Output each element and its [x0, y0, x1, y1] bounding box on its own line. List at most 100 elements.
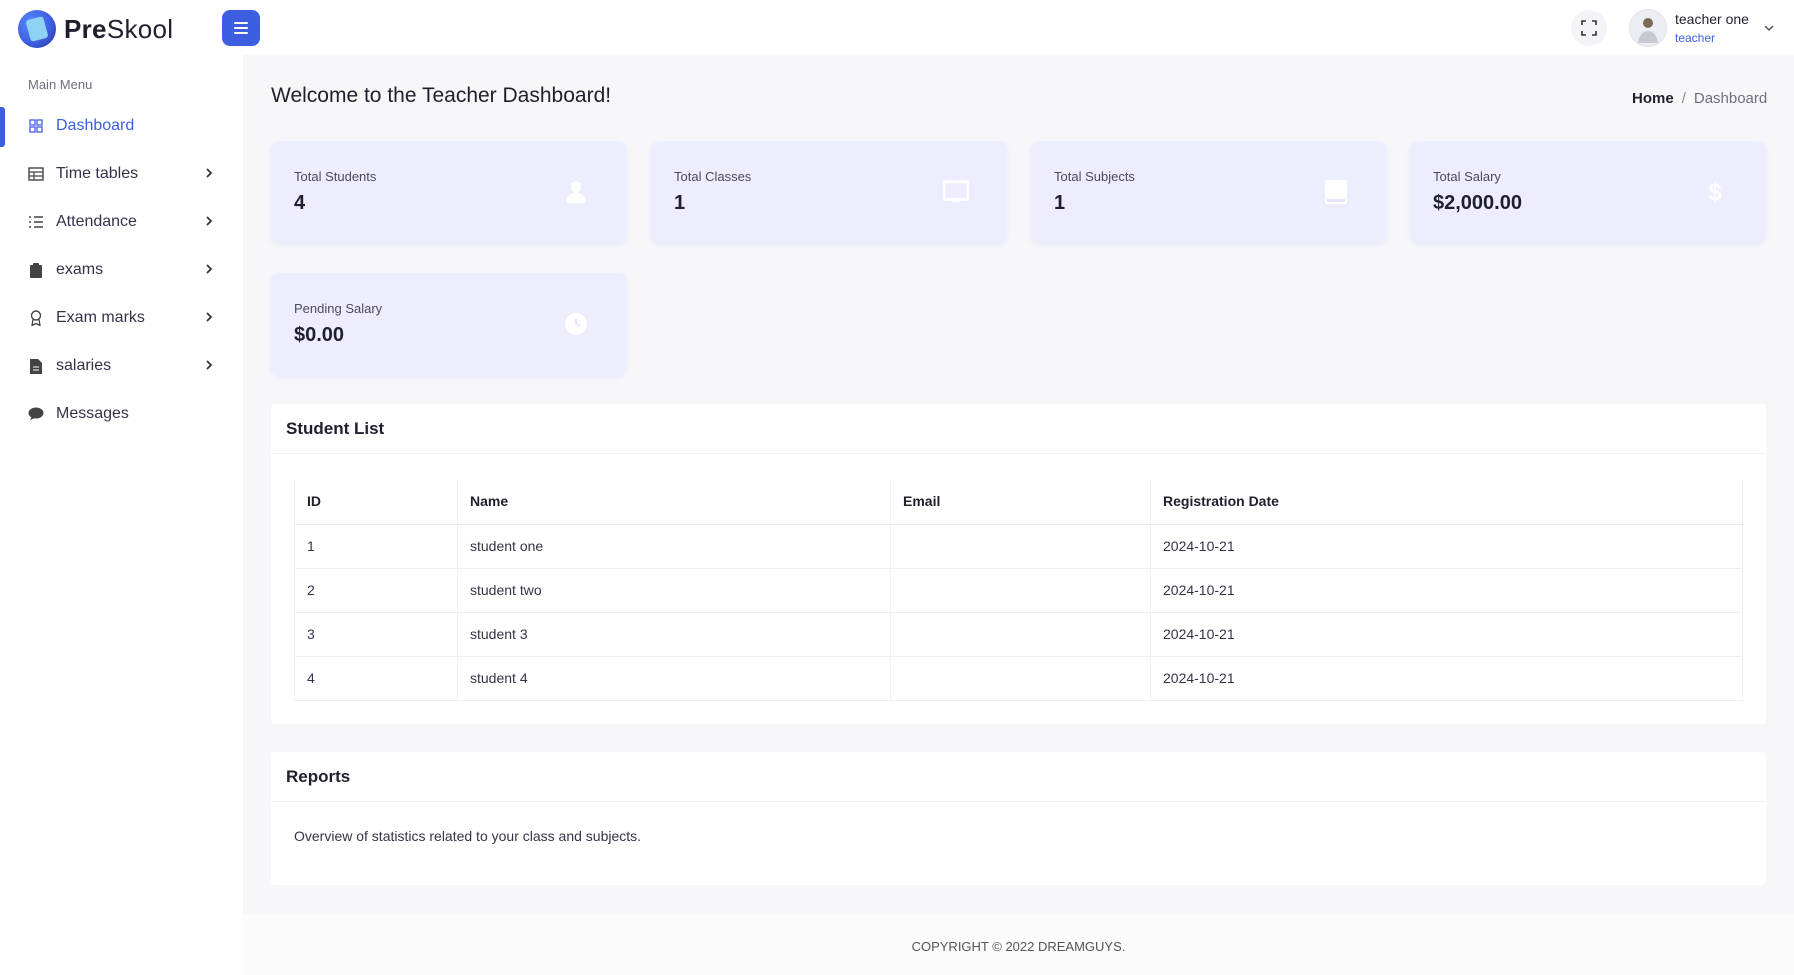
- sidebar-menu: Dashboard Time tables Attendance exams E…: [0, 102, 243, 438]
- list-check-icon: [28, 214, 44, 230]
- sidebar-item-label: exams: [56, 261, 104, 278]
- user-avatar-icon: [1638, 18, 1658, 43]
- column-header-email[interactable]: Email: [890, 479, 1151, 525]
- chevron-right-icon: [206, 360, 213, 370]
- book-icon: [1323, 179, 1349, 205]
- sidebar-item-messages[interactable]: Messages: [0, 390, 243, 438]
- stat-card-total-classes[interactable]: Total Classes 1: [651, 141, 1007, 243]
- sidebar-item-salaries[interactable]: salaries: [0, 342, 243, 390]
- cell-name: student two: [457, 568, 891, 613]
- breadcrumb-separator: /: [1681, 90, 1686, 107]
- panel-title: Reports: [286, 766, 351, 786]
- chevron-down-icon: [1764, 25, 1774, 32]
- student-icon: [563, 179, 589, 205]
- sidebar-item-label: Exam marks: [56, 309, 145, 326]
- cell-email: [890, 524, 1151, 569]
- reports-panel: Reports Overview of statistics related t…: [271, 752, 1766, 885]
- clipboard-icon: [28, 262, 44, 278]
- fullscreen-button[interactable]: [1571, 10, 1607, 46]
- cell-email: [890, 612, 1151, 657]
- column-header-id[interactable]: ID: [294, 479, 458, 525]
- sidebar-item-dashboard[interactable]: Dashboard: [0, 102, 243, 150]
- app-logo[interactable]: PreSkool: [18, 10, 173, 48]
- stat-value: 1: [674, 192, 686, 214]
- cell-registration-date: 2024-10-21: [1150, 568, 1743, 613]
- award-icon: [28, 310, 44, 326]
- menu-icon: [234, 22, 248, 24]
- user-name: teacher one: [1675, 11, 1749, 27]
- cell-id: 3: [294, 612, 458, 657]
- sidebar-item-label: Messages: [56, 405, 129, 422]
- logo-icon: [18, 10, 56, 48]
- sidebar-item-attendance[interactable]: Attendance: [0, 198, 243, 246]
- sidebar-item-exam-marks[interactable]: Exam marks: [0, 294, 243, 342]
- stat-label: Total Students: [294, 169, 377, 184]
- stat-label: Total Classes: [674, 169, 752, 184]
- user-role: teacher: [1675, 31, 1716, 45]
- chalkboard-icon: [943, 179, 969, 205]
- table-row[interactable]: 2 student two 2024-10-21: [294, 568, 1743, 613]
- breadcrumb-current: Dashboard: [1693, 90, 1768, 107]
- stat-label: Pending Salary: [294, 301, 383, 316]
- top-header: PreSkool teacher one teacher: [0, 0, 1794, 55]
- app-name: PreSkool: [64, 13, 174, 44]
- sidebar-item-label: Time tables: [56, 165, 139, 182]
- student-list-panel: Student List ID Name Email Registration …: [271, 404, 1766, 724]
- stat-card-pending-salary[interactable]: Pending Salary $0.00: [271, 273, 627, 375]
- cell-id: 4: [294, 656, 458, 701]
- stat-card-total-subjects[interactable]: Total Subjects 1: [1031, 141, 1387, 243]
- chat-icon: [28, 406, 44, 422]
- cell-registration-date: 2024-10-21: [1150, 656, 1743, 701]
- breadcrumb: Home / Dashboard: [1632, 90, 1767, 107]
- chevron-right-icon: [206, 168, 213, 178]
- cell-id: 1: [294, 524, 458, 569]
- fullscreen-icon: [1581, 20, 1597, 36]
- stat-label: Total Subjects: [1054, 169, 1135, 184]
- cell-registration-date: 2024-10-21: [1150, 612, 1743, 657]
- sidebar-item-label: Dashboard: [56, 117, 135, 134]
- cell-email: [890, 656, 1151, 701]
- user-menu[interactable]: teacher one teacher: [1629, 9, 1775, 47]
- stat-value: $0.00: [294, 324, 345, 346]
- sidebar-item-label: salaries: [56, 357, 112, 374]
- chevron-right-icon: [206, 312, 213, 322]
- sidebar-item-time-tables[interactable]: Time tables: [0, 150, 243, 198]
- invoice-icon: [28, 358, 44, 374]
- sidebar-item-label: Attendance: [56, 213, 137, 230]
- reports-description: Overview of statistics related to your c…: [294, 828, 642, 844]
- dollar-icon: $: [1702, 179, 1728, 205]
- cell-id: 2: [294, 568, 458, 613]
- sidebar: Main Menu Dashboard Time tables Attendan…: [0, 55, 243, 975]
- grid-icon: [28, 118, 44, 134]
- avatar: [1629, 9, 1667, 47]
- cell-registration-date: 2024-10-21: [1150, 524, 1743, 569]
- column-header-registration-date[interactable]: Registration Date: [1150, 479, 1743, 525]
- table-header-row: ID Name Email Registration Date: [294, 479, 1743, 525]
- table-icon: [28, 166, 44, 182]
- student-table: ID Name Email Registration Date 1 studen…: [294, 479, 1743, 701]
- stat-value: $2,000.00: [1433, 192, 1522, 214]
- breadcrumb-home-link[interactable]: Home: [1632, 90, 1674, 107]
- stat-card-total-salary[interactable]: Total Salary $2,000.00 $: [1410, 141, 1766, 243]
- sidebar-item-exams[interactable]: exams: [0, 246, 243, 294]
- cell-email: [890, 568, 1151, 613]
- sidebar-toggle-button[interactable]: [222, 10, 260, 46]
- svg-text:$: $: [1708, 179, 1722, 205]
- cell-name: student 3: [457, 612, 891, 657]
- stat-value: 1: [1054, 192, 1066, 214]
- footer: COPYRIGHT © 2022 DREAMGUYS.: [243, 914, 1794, 975]
- table-row[interactable]: 1 student one 2024-10-21: [294, 524, 1743, 569]
- column-header-name[interactable]: Name: [457, 479, 891, 525]
- table-row[interactable]: 3 student 3 2024-10-21: [294, 612, 1743, 657]
- chevron-right-icon: [206, 264, 213, 274]
- stat-label: Total Salary: [1433, 169, 1501, 184]
- stat-card-total-students[interactable]: Total Students 4: [271, 141, 627, 243]
- cell-name: student 4: [457, 656, 891, 701]
- menu-title: Main Menu: [28, 77, 93, 92]
- page-title: Welcome to the Teacher Dashboard!: [271, 84, 612, 107]
- clock-icon: [563, 311, 589, 337]
- panel-title: Student List: [286, 418, 385, 438]
- copyright-text: COPYRIGHT © 2022 DREAMGUYS.: [911, 939, 1126, 954]
- stat-value: 4: [294, 192, 306, 214]
- table-row[interactable]: 4 student 4 2024-10-21: [294, 656, 1743, 701]
